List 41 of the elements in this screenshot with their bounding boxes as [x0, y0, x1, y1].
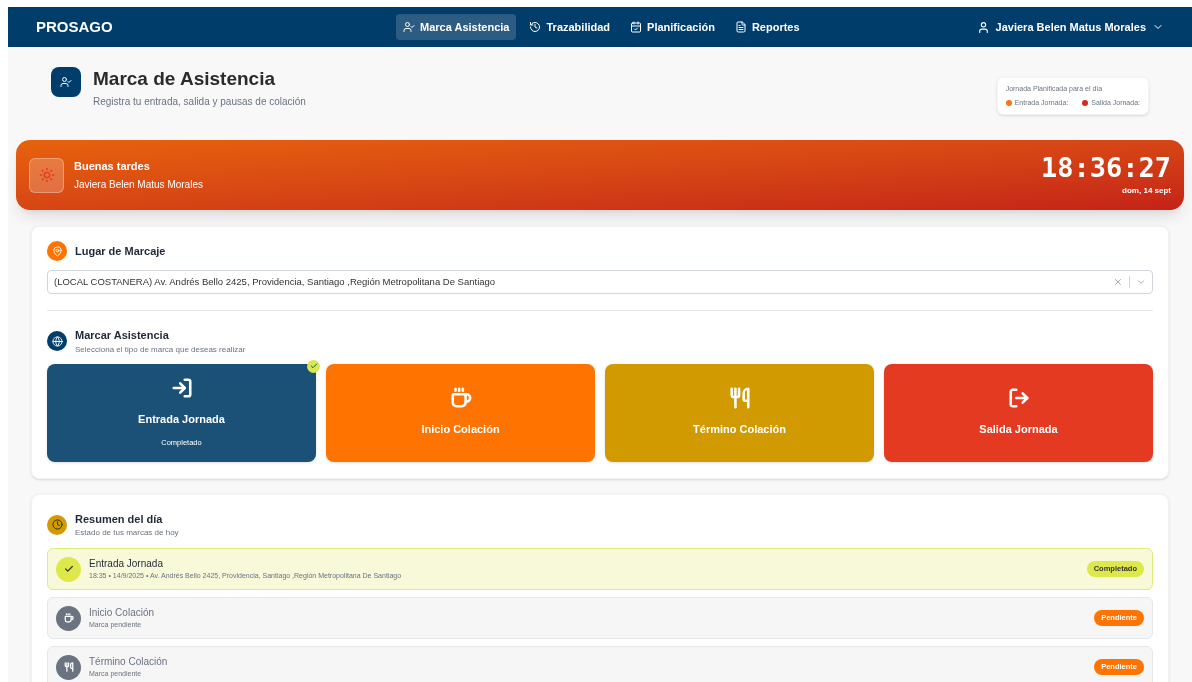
greeting-title: Buenas tardes: [74, 159, 151, 175]
section-title: Lugar de Marcaje: [75, 243, 166, 259]
logo[interactable]: PROSAGO: [36, 15, 396, 39]
nav-tab[interactable]: Reportes: [727, 14, 807, 40]
user-menu[interactable]: Javiera Belen Matus Morales: [976, 18, 1164, 36]
section-subtitle: Selecciona el tipo de marca que deseas realizar: [75, 343, 246, 356]
globe-icon: [47, 331, 67, 352]
status-icon: [56, 556, 81, 582]
user-icon: [60, 76, 72, 88]
clear-icon[interactable]: [1113, 277, 1123, 287]
option-icon: [1007, 387, 1030, 410]
nav-tab[interactable]: Marca Asistencia: [396, 14, 517, 40]
section-title: Marcar Asistencia: [75, 328, 170, 343]
location-select[interactable]: (LOCAL COSTANERA) Av. Andrés Bello 2425, Providencia, Santiago ,Región Metropolitana De Santiago: [47, 270, 1153, 294]
option-icon: [449, 387, 472, 410]
pin-icon: [47, 241, 67, 261]
row-title: Inicio Colación: [89, 606, 156, 621]
nav-icon: [403, 21, 415, 33]
page-title: Marca de Asistencia: [93, 67, 276, 91]
nav-icon: [630, 21, 643, 33]
section-title: Resumen del día: [75, 511, 164, 527]
chevron-icon[interactable]: [1136, 277, 1146, 287]
user-icon: [976, 20, 990, 34]
option-icon: [170, 377, 193, 400]
clock-icon: [47, 514, 67, 535]
option-icon: [728, 387, 751, 410]
section-subtitle: Estado de tus marcas de hoy: [75, 527, 179, 539]
row-title: Entrada Jornada: [89, 557, 164, 572]
clock-time: 18:36:27: [1040, 153, 1171, 183]
nav-icon: [529, 21, 542, 33]
mark-option-button[interactable]: Salida Jornada: [884, 363, 1153, 462]
check-badge: [307, 359, 320, 373]
nav-icon: [734, 21, 747, 33]
clock-date: dom, 14 sept: [1122, 185, 1171, 197]
nav-tab[interactable]: Planificación: [623, 14, 722, 40]
page-subtitle: Registra tu entrada, salida y pausas de colación: [93, 95, 306, 109]
sun-icon: [38, 167, 55, 183]
greeting-name: Javiera Belen Matus Morales: [74, 177, 203, 192]
row-title: Término Colación: [89, 655, 169, 670]
status-icon: [56, 605, 81, 631]
nav-tab[interactable]: Trazabilidad: [522, 14, 618, 40]
